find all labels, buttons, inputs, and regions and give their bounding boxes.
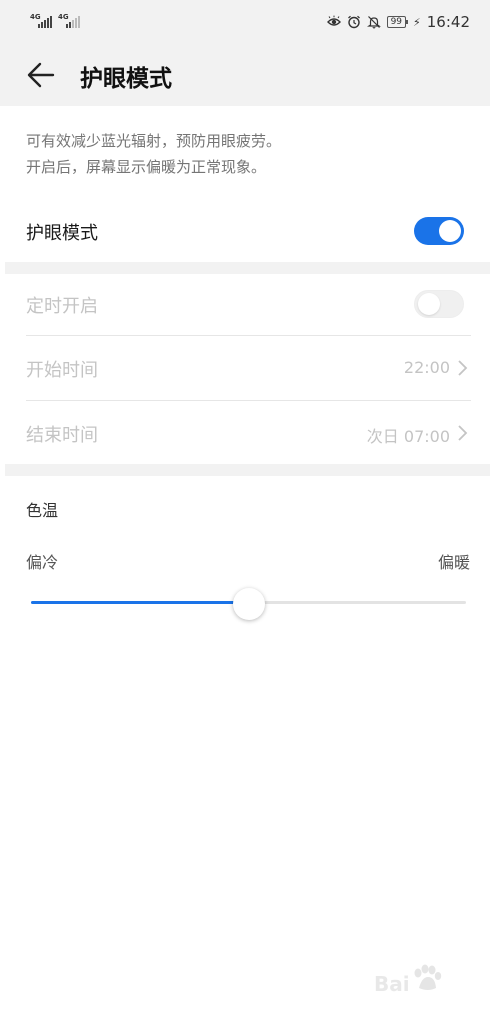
eye-comfort-settings-screen: 4G 4G 99 ⚡ 16:42 护眼模式 可有效减少蓝光辐射，预防用眼疲劳。 … bbox=[0, 0, 490, 1022]
end-time-label: 结束时间 bbox=[26, 425, 98, 446]
sim1-signal-icon: 4G bbox=[30, 13, 56, 29]
slider-fill bbox=[31, 601, 249, 604]
warm-label: 偏暖 bbox=[437, 553, 470, 572]
eye-comfort-label: 护眼模式 bbox=[26, 223, 98, 244]
app-header: 护眼模式 bbox=[0, 44, 490, 106]
alarm-icon bbox=[347, 15, 360, 29]
status-icons: 99 ⚡ 16:42 bbox=[326, 12, 470, 32]
baidu-paw-logo bbox=[414, 964, 442, 990]
sim2-signal-icon: 4G bbox=[58, 13, 84, 29]
arrow-left-icon[interactable] bbox=[26, 60, 56, 90]
page-title: 护眼模式 bbox=[80, 66, 172, 92]
eye-comfort-toggle[interactable] bbox=[414, 217, 464, 245]
end-time-value[interactable]: 次日 07:00 bbox=[367, 423, 450, 447]
toggle-knob bbox=[418, 293, 440, 315]
sim1-network-type: 4G bbox=[30, 13, 41, 21]
status-bar: 4G 4G 99 ⚡ 16:42 bbox=[0, 0, 490, 44]
battery-icon: 99 bbox=[386, 16, 409, 28]
description-line-1: 可有效减少蓝光辐射，预防用眼疲劳。 bbox=[26, 132, 282, 150]
charging-bolt-icon: ⚡ bbox=[413, 15, 421, 29]
sim2-network-type: 4G bbox=[58, 13, 69, 21]
schedule-toggle[interactable] bbox=[414, 290, 464, 318]
description-line-2: 开启后，屏幕显示偏暖为正常现象。 bbox=[26, 158, 267, 176]
slider-thumb[interactable] bbox=[232, 588, 265, 620]
schedule-label: 定时开启 bbox=[26, 296, 98, 317]
start-time-value[interactable]: 22:00 bbox=[404, 358, 450, 377]
description: 可有效减少蓝光辐射，预防用眼疲劳。 开启后，屏幕显示偏暖为正常现象。 bbox=[26, 128, 466, 180]
status-time: 16:42 bbox=[426, 13, 470, 31]
cool-label: 偏冷 bbox=[26, 553, 59, 572]
divider bbox=[26, 335, 471, 336]
section-gap bbox=[5, 262, 490, 274]
section-gap bbox=[5, 464, 490, 476]
baidu-watermark: Bai bbox=[372, 964, 472, 1014]
divider bbox=[26, 400, 471, 401]
start-time-label: 开始时间 bbox=[26, 360, 98, 381]
toggle-knob bbox=[439, 220, 461, 242]
chevron-right-icon[interactable] bbox=[456, 359, 468, 377]
chevron-right-icon[interactable] bbox=[456, 424, 468, 442]
bell-off-icon bbox=[366, 16, 381, 29]
watermark-text: Bai bbox=[374, 972, 410, 996]
color-temperature-label: 色温 bbox=[26, 501, 59, 520]
eye-icon bbox=[326, 15, 341, 26]
